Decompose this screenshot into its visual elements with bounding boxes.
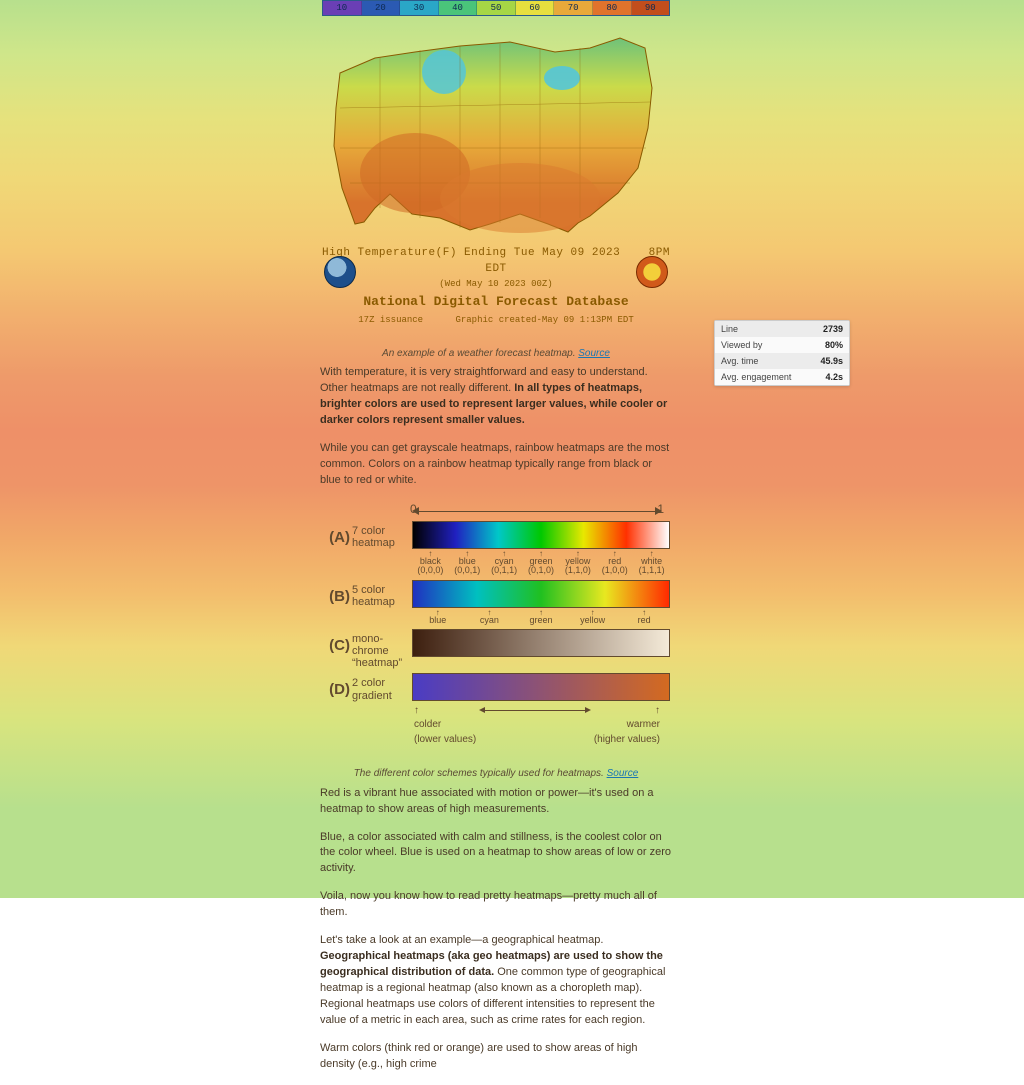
scheme-tick-labels: ↑black(0,0,0)↑blue(0,0,1)↑cyan(0,1,1)↑gr… — [412, 551, 670, 576]
scheme-row-A: (A)7 colorheatmap↑black(0,0,0)↑blue(0,0,… — [322, 521, 670, 576]
scale-tick: 70 — [554, 1, 593, 15]
issuance-label: 17Z issuance — [358, 315, 423, 325]
tooltip-row: Avg. time 45.9s — [715, 353, 849, 369]
scale-tick: 10 — [323, 1, 362, 15]
foot-colder: colder — [414, 719, 441, 730]
scheme-tick: ↑blue(0,0,1) — [449, 551, 486, 576]
temperature-color-scale: 102030405060708090 — [322, 0, 670, 16]
scheme-gradient-bar — [412, 629, 670, 657]
figure2-caption: The different color schemes typically us… — [320, 767, 672, 782]
graphic-created-label: Graphic created-May 09 1:13PM EDT — [455, 315, 633, 325]
us-map-svg — [320, 18, 672, 240]
tooltip-value: 80% — [825, 340, 843, 350]
scheme-title: 7 colorheatmap — [352, 521, 412, 549]
scheme-bar-wrap: ↑blue↑cyan↑green↑yellow↑red — [412, 580, 670, 625]
scheme-bar-wrap: ↑black(0,0,0)↑blue(0,0,1)↑cyan(0,1,1)↑gr… — [412, 521, 670, 576]
tooltip-key: Line — [721, 324, 738, 334]
scheme-gradient-bar — [412, 673, 670, 701]
scale-tick: 60 — [516, 1, 555, 15]
scale-tick: 40 — [439, 1, 478, 15]
tooltip-row: Line 2739 — [715, 321, 849, 337]
scheme-gradient-bar — [412, 521, 670, 549]
forecast-db-title: National Digital Forecast Database — [320, 293, 672, 312]
paragraph-blue: Blue, a color associated with calm and s… — [320, 830, 672, 878]
scheme-title: mono-chrome“heatmap” — [352, 629, 412, 669]
scheme-tick: ↑cyan — [464, 610, 516, 625]
scheme-tick: ↑red — [618, 610, 670, 625]
paragraph-voila: Voila, now you know how to read pretty h… — [320, 889, 672, 921]
scheme-bar-wrap — [412, 673, 670, 701]
paragraph-intro: With temperature, it is very straightfor… — [320, 365, 672, 429]
tooltip-value: 45.9s — [820, 356, 843, 366]
us-temperature-map — [320, 18, 672, 240]
article-column: 102030405060708090 — [320, 0, 672, 1085]
foot-lower: (lower values) — [414, 734, 476, 745]
scheme-axis: 0 1 — [414, 501, 660, 519]
scale-tick: 90 — [632, 1, 670, 15]
figure2-caption-text: The different color schemes typically us… — [354, 768, 607, 779]
foot-higher: (higher values) — [594, 734, 660, 745]
tooltip-key: Viewed by — [721, 340, 762, 350]
scheme-letter: (D) — [322, 673, 352, 701]
scheme-row-C: (C)mono-chrome“heatmap” — [322, 629, 670, 669]
axis-arrow-icon — [418, 511, 656, 512]
noaa-logo-icon — [324, 256, 356, 288]
tooltip-value: 4.2s — [825, 372, 843, 382]
arrow-up-icon: ↑ — [655, 705, 660, 716]
tooltip-row: Avg. engagement 4.2s — [715, 369, 849, 385]
scheme-letter: (C) — [322, 629, 352, 657]
scheme-letter: (B) — [322, 580, 352, 608]
paragraph-warm: Warm colors (think red or orange) are us… — [320, 1041, 672, 1073]
figure1-caption-text: An example of a weather forecast heatmap… — [382, 348, 578, 359]
scheme-row-D: (D)2 colorgradient — [322, 673, 670, 701]
weather-map-caption: High Temperature(F) Ending Tue May 09 20… — [320, 246, 672, 327]
paragraph-geo: Let's take a look at an example—a geogra… — [320, 933, 672, 1029]
foot-warmer: warmer — [627, 719, 660, 730]
scale-tick: 20 — [362, 1, 401, 15]
forecast-heading: High Temperature(F) Ending Tue May 09 20… — [322, 247, 620, 259]
scheme-letter: (A) — [322, 521, 352, 549]
engagement-tooltip: Line 2739 Viewed by 80% Avg. time 45.9s Avg. e… — [714, 320, 850, 386]
scheme-tick-labels: ↑blue↑cyan↑green↑yellow↑red — [412, 610, 670, 625]
scale-tick: 80 — [593, 1, 632, 15]
scale-tick: 30 — [400, 1, 439, 15]
figure2-source-link[interactable]: Source — [607, 768, 639, 779]
arrow-up-icon: ↑ — [414, 705, 419, 716]
scheme-footer: ↑ colder (lower values) ↑ warmer (higher… — [414, 704, 660, 748]
figure1-caption: An example of a weather forecast heatmap… — [320, 347, 672, 362]
scheme-tick: ↑red(1,0,0) — [596, 551, 633, 576]
paragraph-rainbow: While you can get grayscale heatmaps, ra… — [320, 441, 672, 489]
scheme-tick: ↑yellow — [567, 610, 619, 625]
paragraph-geo-a: Let's take a look at an example—a geogra… — [320, 934, 603, 946]
scheme-tick: ↑yellow(1,1,0) — [559, 551, 596, 576]
scheme-tick: ↑blue — [412, 610, 464, 625]
scheme-bar-wrap — [412, 629, 670, 657]
scheme-tick: ↑green — [515, 610, 567, 625]
figure1-source-link[interactable]: Source — [578, 348, 610, 359]
scale-tick: 50 — [477, 1, 516, 15]
scheme-gradient-bar — [412, 580, 670, 608]
scheme-tick: ↑cyan(0,1,1) — [486, 551, 523, 576]
scheme-title: 2 colorgradient — [352, 673, 412, 701]
color-schemes-figure: 0 1 (A)7 colorheatmap↑black(0,0,0)↑blue(… — [322, 501, 670, 747]
scheme-tick: ↑white(1,1,1) — [633, 551, 670, 576]
tooltip-row: Viewed by 80% — [715, 337, 849, 353]
nws-logo-icon — [636, 256, 668, 288]
tooltip-value: 2739 — [823, 324, 843, 334]
tooltip-key: Avg. time — [721, 356, 758, 366]
forecast-utc: (Wed May 10 2023 00Z) — [320, 278, 672, 291]
scheme-row-B: (B)5 colorheatmap↑blue↑cyan↑green↑yellow… — [322, 580, 670, 625]
scheme-tick: ↑black(0,0,0) — [412, 551, 449, 576]
scheme-tick: ↑green(0,1,0) — [523, 551, 560, 576]
paragraph-red: Red is a vibrant hue associated with mot… — [320, 786, 672, 818]
scheme-title: 5 colorheatmap — [352, 580, 412, 608]
tooltip-key: Avg. engagement — [721, 372, 791, 382]
weather-map-figure: 102030405060708090 — [320, 0, 672, 327]
